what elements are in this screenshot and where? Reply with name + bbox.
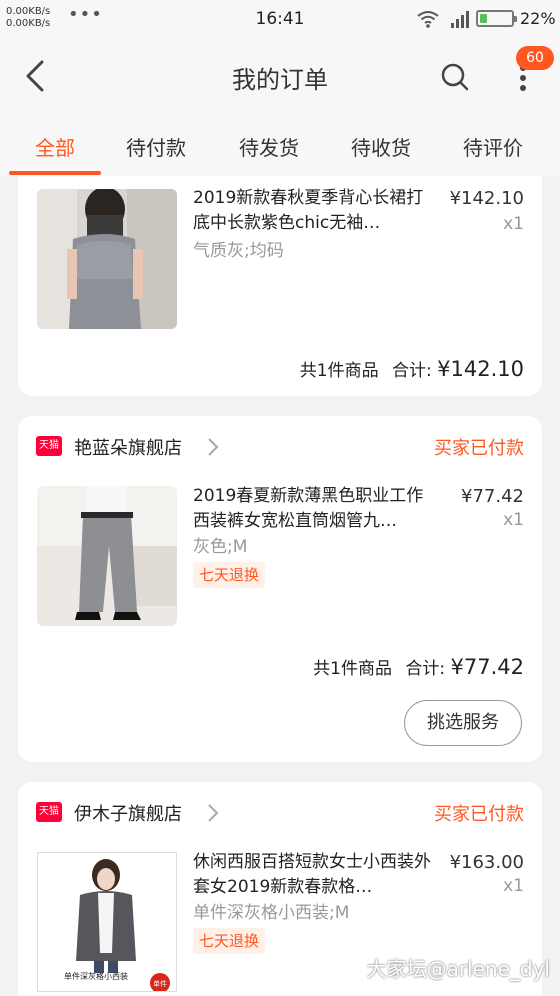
product-image[interactable]: 单件深灰格小西装 单件: [37, 852, 177, 992]
total-label: 合计:: [392, 361, 432, 381]
product-image[interactable]: [37, 486, 177, 626]
active-tab-indicator: [9, 171, 101, 175]
nav-bar: 我的订单: [0, 40, 560, 112]
shop-name[interactable]: 伊木子旗舰店: [74, 800, 182, 826]
product-quantity: x1: [503, 510, 524, 530]
product-variant: 单件深灰格小西装;M: [193, 903, 350, 923]
search-icon[interactable]: [440, 62, 470, 92]
tab-all[interactable]: 全部: [10, 132, 100, 161]
order-status: 买家已付款: [434, 804, 524, 825]
watermark: 大家坛@arlene_dyl: [366, 957, 550, 981]
order-tabs: 全部 待付款 待发货 待收货 待评价: [0, 118, 560, 176]
product-title[interactable]: 休闲西服百搭短款女士小西装外套女2019新款春款格…: [193, 850, 433, 900]
order-card[interactable]: 2019新款春秋夏季背心长裙打底中长款紫色chic无袖… ¥142.10 x1 …: [18, 176, 542, 396]
tmall-logo: 天猫: [36, 802, 62, 822]
tab-pending-shipment[interactable]: 待发货: [224, 132, 314, 161]
status-bar: 0.00KB/s 0.00KB/s ••• 16:41 22%: [0, 0, 560, 38]
top-bar: 0.00KB/s 0.00KB/s ••• 16:41 22% 我的订单 60 …: [0, 0, 560, 176]
order-status: 买家已付款: [434, 438, 524, 459]
total-label: 合计:: [405, 659, 446, 679]
product-quantity: x1: [503, 214, 524, 234]
product-price: ¥163.00: [449, 852, 524, 873]
return-policy-tag: 七天退换: [193, 562, 266, 588]
item-count: 共1件商品: [313, 659, 392, 679]
order-summary: 共1件商品 合计: ¥77.42: [313, 654, 524, 679]
tmall-logo: 天猫: [36, 436, 62, 456]
return-policy-tag: 七天退换: [193, 928, 266, 954]
product-image-badge: 单件: [153, 979, 167, 988]
signal-icon: [451, 11, 469, 28]
item-count: 共1件商品: [299, 361, 379, 381]
tab-pending-receipt[interactable]: 待收货: [336, 132, 426, 161]
battery-icon: [476, 10, 517, 27]
total-amount: ¥142.10: [437, 357, 524, 381]
order-summary: 共1件商品 合计: ¥142.10: [300, 356, 524, 381]
product-image[interactable]: [37, 189, 177, 329]
product-variant: 气质灰;均码: [193, 241, 284, 261]
product-price: ¥142.10: [449, 188, 524, 209]
page-title: 我的订单: [232, 66, 328, 94]
product-price: ¥77.42: [461, 486, 524, 507]
chevron-right-icon: [208, 438, 219, 456]
tab-pending-review[interactable]: 待评价: [448, 132, 538, 161]
product-title[interactable]: 2019新款春秋夏季背心长裙打底中长款紫色chic无袖…: [193, 186, 433, 236]
battery-percent: 22%: [520, 9, 556, 28]
notification-badge: 60: [516, 46, 554, 70]
total-amount: ¥77.42: [450, 655, 524, 679]
tab-pending-payment[interactable]: 待付款: [111, 132, 201, 161]
shop-name[interactable]: 艳蓝朵旗舰店: [74, 434, 182, 460]
product-quantity: x1: [503, 876, 524, 896]
product-variant: 灰色;M: [193, 537, 248, 557]
choose-service-button[interactable]: 挑选服务: [404, 700, 522, 746]
product-title[interactable]: 2019春夏新款薄黑色职业工作西装裤女宽松直筒烟管九…: [193, 484, 433, 534]
wifi-icon: [417, 11, 439, 28]
order-card[interactable]: 天猫 艳蓝朵旗舰店 买家已付款 2019春夏新款薄黑色职业工作西装裤女宽松直筒烟…: [18, 416, 542, 762]
product-image-caption: 单件深灰格小西装: [64, 971, 128, 981]
chevron-right-icon: [208, 804, 219, 822]
